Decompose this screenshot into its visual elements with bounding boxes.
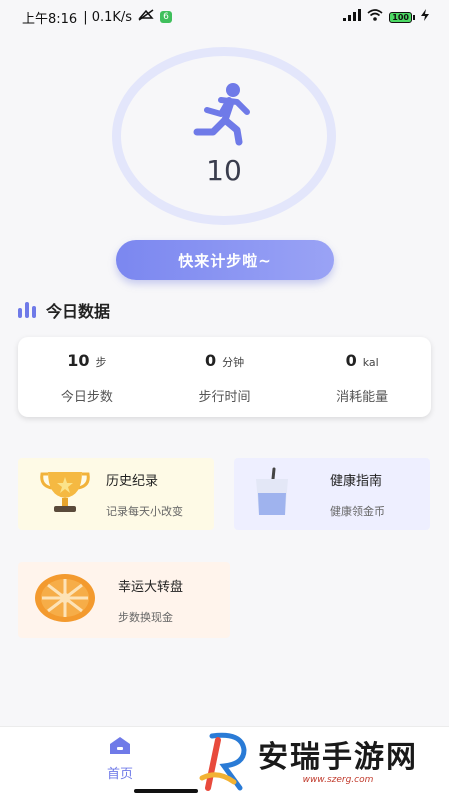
stat-unit: 分钟 bbox=[222, 356, 245, 369]
trophy-icon bbox=[38, 468, 92, 520]
tile-subtitle: 健康领金币 bbox=[330, 504, 385, 518]
status-bar: 上午8:16 | 0.1K/s 6 100 bbox=[0, 0, 449, 34]
tile-subtitle: 步数换现金 bbox=[118, 610, 173, 624]
watermark-logo-icon bbox=[198, 730, 252, 796]
battery-icon: 100 bbox=[389, 11, 415, 23]
stat-value: 0 bbox=[345, 351, 357, 370]
runner-icon bbox=[191, 82, 257, 150]
lucky-wheel-tile[interactable]: 幸运大转盘 步数换现金 bbox=[18, 562, 230, 638]
status-time: 上午8:16 bbox=[22, 11, 78, 27]
watermark: 安瑞手游网 www.szerg.com bbox=[198, 730, 418, 796]
today-stats-card: 10 步 今日步数 0 分钟 步行时间 0 kal 消耗能量 bbox=[18, 337, 431, 417]
notification-badge: 6 bbox=[160, 11, 172, 23]
bar-chart-icon bbox=[18, 302, 36, 318]
today-data-title: 今日数据 bbox=[46, 302, 111, 321]
stat-value: 0 bbox=[204, 351, 217, 370]
stat-unit: kal bbox=[362, 356, 379, 369]
health-guide-tile[interactable]: 健康指南 健康领金币 bbox=[234, 458, 430, 530]
stat-label: 步行时间 bbox=[198, 390, 251, 405]
stat-unit: 步 bbox=[95, 356, 107, 369]
stat-value: 10 bbox=[67, 351, 90, 370]
tab-home[interactable]: 首页 bbox=[100, 735, 140, 782]
step-ring: 10 bbox=[112, 47, 336, 225]
today-data-header: 今日数据 bbox=[18, 298, 110, 322]
stat-label: 消耗能量 bbox=[336, 390, 389, 405]
tile-subtitle: 记录每天小改变 bbox=[106, 504, 183, 518]
tab-home-label: 首页 bbox=[106, 767, 133, 782]
tile-title: 幸运大转盘 bbox=[118, 579, 184, 595]
signal-icon bbox=[343, 9, 362, 25]
step-count: 10 bbox=[206, 153, 242, 187]
charging-icon bbox=[421, 9, 429, 25]
tile-title: 历史纪录 bbox=[106, 473, 159, 489]
home-indicator[interactable] bbox=[134, 789, 198, 793]
stat-walk-time: 0 分钟 步行时间 bbox=[156, 337, 294, 417]
water-glass-icon bbox=[252, 467, 292, 521]
watermark-url: www.szerg.com bbox=[302, 775, 374, 785]
stat-steps: 10 步 今日步数 bbox=[18, 337, 156, 417]
stat-energy: 0 kal 消耗能量 bbox=[293, 337, 431, 417]
watermark-title: 安瑞手游网 bbox=[258, 740, 418, 775]
mute-icon bbox=[138, 9, 154, 25]
history-record-tile[interactable]: 历史纪录 记录每天小改变 bbox=[18, 458, 214, 530]
stat-label: 今日步数 bbox=[60, 390, 113, 405]
tile-title: 健康指南 bbox=[330, 473, 383, 489]
lucky-wheel-icon bbox=[34, 572, 96, 628]
start-counting-button[interactable]: 快来计步啦~ bbox=[116, 240, 334, 280]
wifi-icon bbox=[367, 9, 383, 25]
home-icon bbox=[108, 735, 132, 759]
network-speed: | 0.1K/s bbox=[83, 9, 133, 25]
